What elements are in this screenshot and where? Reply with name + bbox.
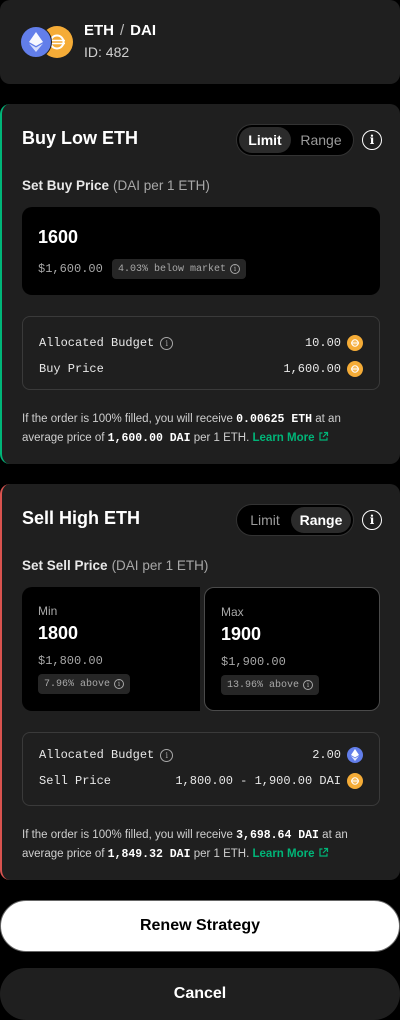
sell-order-type-toggle: Limit Range (236, 504, 354, 536)
sell-min-label: Min (38, 604, 58, 618)
dai-coin-icon (347, 773, 363, 789)
buy-budget-box: Allocated Budget i 10.00 Buy Price 1,600… (22, 316, 380, 390)
buy-price-row-label: Buy Price (39, 362, 104, 376)
sell-panel: Sell High ETH Limit Range i Set Sell Pri… (0, 484, 400, 880)
sell-price-row: Sell Price 1,800.00 - 1,900.00 DAI (39, 771, 363, 791)
sell-note-prefix: If the order is 100% filled, you will re… (22, 829, 233, 841)
buy-note-prefix: If the order is 100% filled, you will re… (22, 413, 233, 425)
sell-min-badge-text: 7.96% above (44, 678, 111, 690)
sell-max-label: Max (221, 605, 244, 619)
sell-budget-label: Allocated Budget (39, 748, 155, 762)
sell-price-row-label: Sell Price (39, 774, 112, 788)
sell-note-price: 1,849.32 DAI (107, 848, 191, 861)
sell-price-label-text: Set Sell Price (22, 558, 108, 573)
sell-max-badge-text: 13.96% above (227, 679, 300, 691)
buy-price-label: Set Buy Price (DAI per 1 ETH) (22, 178, 210, 193)
buy-range-tab[interactable]: Range (291, 127, 351, 153)
buy-note-suffix: per 1 ETH. (193, 432, 250, 444)
base-token: ETH (84, 22, 114, 39)
sell-max-input[interactable]: Max 1900 $1,900.00 13.96% above i (204, 587, 380, 711)
budget-info-icon[interactable]: i (160, 748, 174, 762)
dai-coin-icon (347, 361, 363, 377)
strategy-id: ID: 482 (84, 44, 130, 60)
sell-note-amount: 3,698.64 DAI (236, 829, 319, 842)
buy-price-label-text: Set Buy Price (22, 178, 110, 193)
sell-min-fiat: $1,800.00 (38, 654, 103, 668)
buy-price-unit: (DAI per 1 ETH) (113, 178, 210, 193)
buy-price-input[interactable]: 1600 $1,600.00 4.03% below market i (22, 207, 380, 295)
buy-price-row: Buy Price 1,600.00 (39, 359, 363, 379)
sell-min-input[interactable]: Min 1800 $1,800.00 7.96% above i (22, 587, 200, 711)
buy-limit-tab[interactable]: Limit (239, 127, 291, 153)
sell-budget-value: 2.00 (312, 748, 341, 762)
sell-max-value: 1900 (221, 624, 262, 644)
buy-price-value: 1600 (38, 227, 79, 247)
sell-learn-more-link[interactable]: Learn More (253, 848, 315, 860)
buy-learn-more-link[interactable]: Learn More (253, 432, 315, 444)
buy-note-price: 1,600.00 DAI (107, 432, 191, 445)
sell-fill-note: If the order is 100% filled, you will re… (22, 826, 382, 864)
pair-header: ETH / DAI ID: 482 (0, 0, 400, 84)
dai-coin-icon (347, 335, 363, 351)
external-link-icon[interactable] (318, 847, 329, 858)
renew-strategy-button[interactable]: Renew Strategy (0, 900, 400, 952)
buy-market-badge: 4.03% below market i (112, 259, 247, 279)
buy-title: Buy Low ETH (22, 128, 138, 148)
pair-separator: / (120, 22, 125, 39)
sell-budget-row: Allocated Budget i 2.00 (39, 745, 363, 765)
buy-budget-label: Allocated Budget (39, 336, 155, 350)
eth-coin-icon (347, 747, 363, 763)
sell-limit-tab[interactable]: Limit (239, 507, 291, 533)
info-icon[interactable]: i (114, 679, 125, 689)
sell-max-fiat: $1,900.00 (221, 655, 286, 669)
sell-budget-box: Allocated Budget i 2.00 Sell Price 1,800… (22, 732, 380, 806)
sell-price-unit: (DAI per 1 ETH) (111, 558, 209, 573)
token-pair-icons (20, 26, 76, 58)
eth-token-icon (20, 26, 52, 58)
info-icon[interactable]: i (303, 680, 314, 690)
sell-range-tab[interactable]: Range (291, 507, 351, 533)
cancel-button[interactable]: Cancel (0, 968, 400, 1020)
buy-order-type-toggle: Limit Range (236, 124, 354, 156)
sell-price-row-value: 1,800.00 - 1,900.00 DAI (175, 774, 341, 788)
info-icon[interactable]: i (230, 264, 241, 274)
buy-budget-row: Allocated Budget i 10.00 (39, 333, 363, 353)
buy-info-icon[interactable]: i (362, 130, 382, 150)
sell-max-badge: 13.96% above i (221, 675, 320, 695)
buy-panel: Buy Low ETH Limit Range i Set Buy Price(… (0, 104, 400, 464)
sell-min-badge: 7.96% above i (38, 674, 131, 694)
sell-info-icon[interactable]: i (362, 510, 382, 530)
external-link-icon[interactable] (318, 431, 329, 442)
sell-min-value: 1800 (38, 623, 79, 643)
sell-price-label: Set Sell Price (DAI per 1 ETH) (22, 558, 208, 573)
buy-price-row-value: 1,600.00 (283, 362, 341, 376)
sell-title: Sell High ETH (22, 508, 141, 528)
pair-name: ETH / DAI (84, 22, 156, 39)
buy-note-amount: 0.00625 ETH (236, 413, 313, 426)
sell-note-suffix: per 1 ETH. (193, 848, 250, 860)
buy-budget-value: 10.00 (304, 336, 341, 350)
quote-token: DAI (130, 22, 157, 39)
budget-info-icon[interactable]: i (160, 336, 174, 350)
buy-market-badge-text: 4.03% below market (118, 263, 227, 275)
buy-price-fiat: $1,600.00 (38, 262, 103, 276)
buy-fill-note: If the order is 100% filled, you will re… (22, 410, 382, 448)
